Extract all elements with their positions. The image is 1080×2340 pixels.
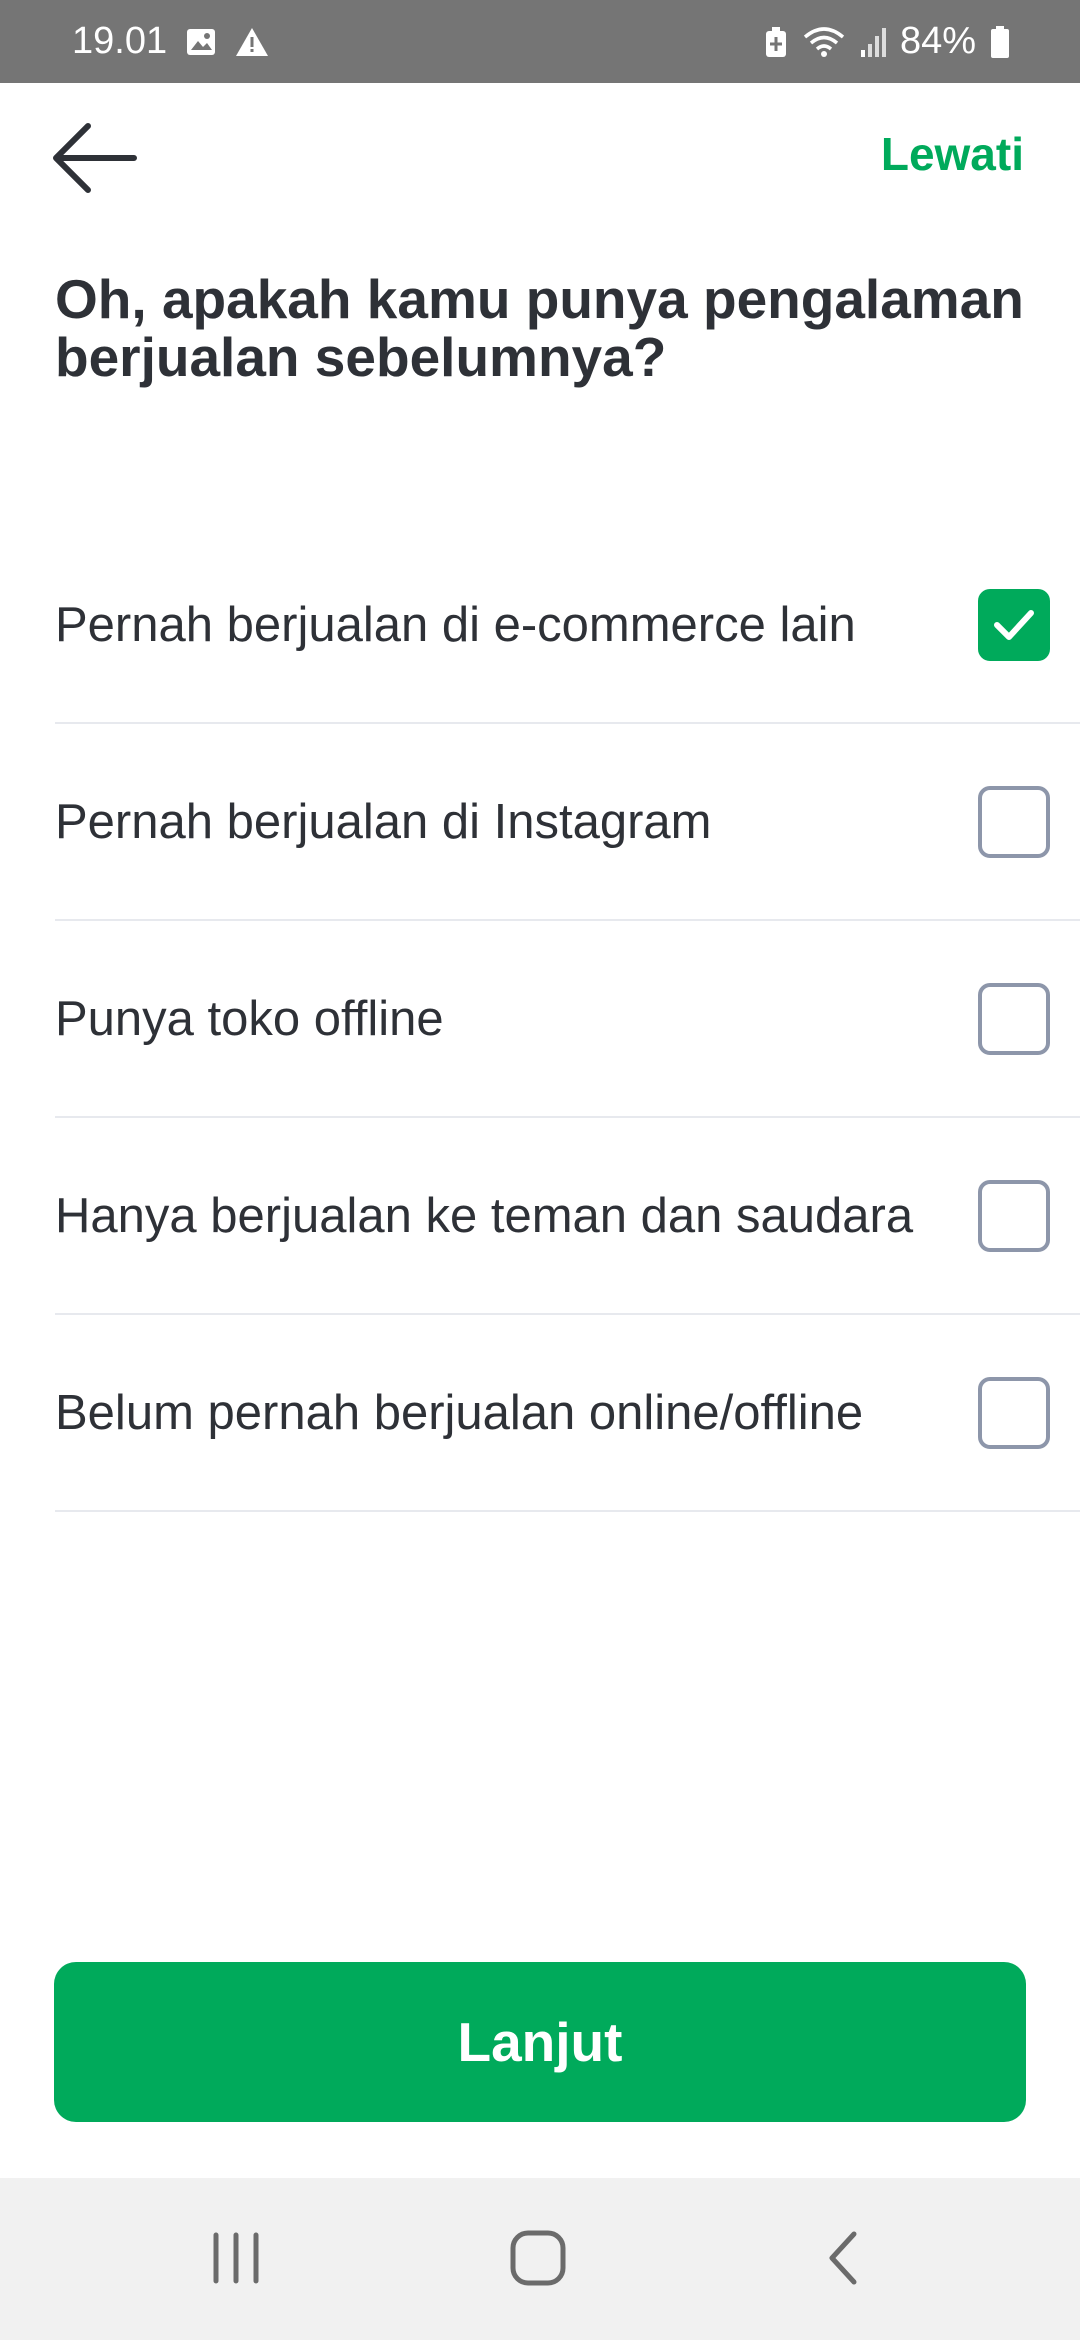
skip-link[interactable]: Lewati [881,127,1024,181]
battery-saver-icon [764,26,788,58]
checkbox-checked[interactable] [978,588,1050,661]
experience-options-list: Pernah berjualan di e-commerce lain Pern… [55,527,1080,1512]
checkbox[interactable] [978,1376,1050,1449]
option-label: Pernah berjualan di e-commerce lain [55,597,856,652]
system-nav-bar [0,2178,1080,2340]
checkbox[interactable] [978,982,1050,1055]
option-instagram[interactable]: Pernah berjualan di Instagram [55,724,1080,921]
home-button[interactable] [478,2208,598,2308]
battery-percent: 84% [899,20,976,62]
option-friends-family[interactable]: Hanya berjualan ke teman dan saudara [55,1118,1080,1315]
gallery-icon [185,27,217,57]
option-never-sold[interactable]: Belum pernah berjualan online/offline [55,1315,1080,1512]
page-title-line-2: berjualan sebelumnya? [55,326,667,388]
wifi-icon [802,25,846,59]
status-time: 19.01 [72,20,168,62]
option-label: Belum pernah berjualan online/offline [55,1385,864,1440]
status-right: 84% [764,20,1010,63]
option-ecommerce[interactable]: Pernah berjualan di e-commerce lain [55,527,1080,724]
option-label: Pernah berjualan di Instagram [55,794,712,849]
app-bar: Lewati [0,83,1080,233]
home-icon [510,2230,566,2286]
back-nav-icon [829,2231,857,2285]
option-label: Hanya berjualan ke teman dan saudara [55,1188,914,1243]
page-title-line-1: Oh, apakah kamu punya pengalaman [55,268,1024,330]
check-icon [994,609,1034,640]
signal-icon [860,26,886,58]
status-left: 19.01 [72,20,269,63]
warning-icon [235,27,269,57]
status-bar: 19.01 84% [0,0,1080,83]
battery-icon [990,25,1010,59]
checkbox[interactable] [978,1179,1050,1252]
option-offline-store[interactable]: Punya toko offline [55,921,1080,1118]
checkbox[interactable] [978,785,1050,858]
recent-apps-icon [213,2232,259,2284]
recent-apps-button[interactable] [176,2208,296,2308]
arrow-left-icon [53,123,137,193]
back-nav-button[interactable] [782,2208,902,2308]
option-label: Punya toko offline [55,991,444,1046]
page-title: Oh, apakah kamu punya pengalaman berjual… [55,270,1080,386]
continue-button[interactable]: Lanjut [54,1962,1026,2122]
back-button[interactable] [40,113,150,203]
